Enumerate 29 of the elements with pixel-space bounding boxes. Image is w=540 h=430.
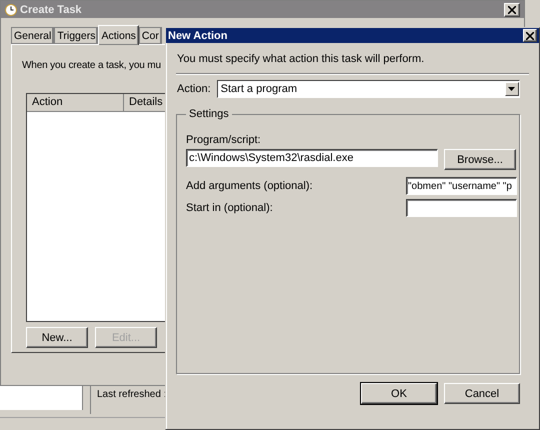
tab[interactable]: General: [11, 27, 54, 44]
dialog-title: New Action: [168, 30, 228, 42]
input-field[interactable]: c:\Windows\System32\rasdial.exe: [186, 149, 438, 167]
field-label: Program/script:: [186, 134, 262, 146]
tab[interactable]: Triggers: [54, 27, 98, 44]
input-field[interactable]: "obmen" "username" "p: [406, 177, 517, 195]
group-title: Settings: [188, 108, 230, 120]
dropdown-arrow-icon: [508, 87, 516, 91]
input-field[interactable]: [406, 199, 517, 217]
instruction-text: You must specify what action this task will perform.: [177, 53, 426, 65]
column-header[interactable]: Action: [27, 94, 124, 112]
column-header[interactable]: Details: [124, 94, 168, 112]
field-label: Action:: [177, 83, 211, 95]
close-button[interactable]: [523, 29, 537, 42]
close-icon: [508, 6, 516, 14]
tab[interactable]: Cor: [138, 27, 162, 44]
browse-button[interactable]: Browse...: [444, 149, 516, 170]
field-label: Add arguments (optional):: [186, 180, 313, 192]
close-button[interactable]: [504, 2, 520, 16]
list-button[interactable]: New...: [26, 327, 88, 348]
dialog-button[interactable]: Cancel: [444, 383, 520, 404]
dialog-button[interactable]: OK: [361, 383, 437, 404]
tab[interactable]: Actions: [98, 25, 139, 45]
clock-icon: [5, 4, 17, 16]
intro-text: When you create a task, you mu: [22, 60, 161, 71]
window-title: Create Task: [20, 4, 82, 16]
field-label: Start in (optional):: [186, 202, 273, 214]
close-icon: [526, 32, 534, 40]
action-dropdown[interactable]: Start a program: [216, 80, 520, 98]
